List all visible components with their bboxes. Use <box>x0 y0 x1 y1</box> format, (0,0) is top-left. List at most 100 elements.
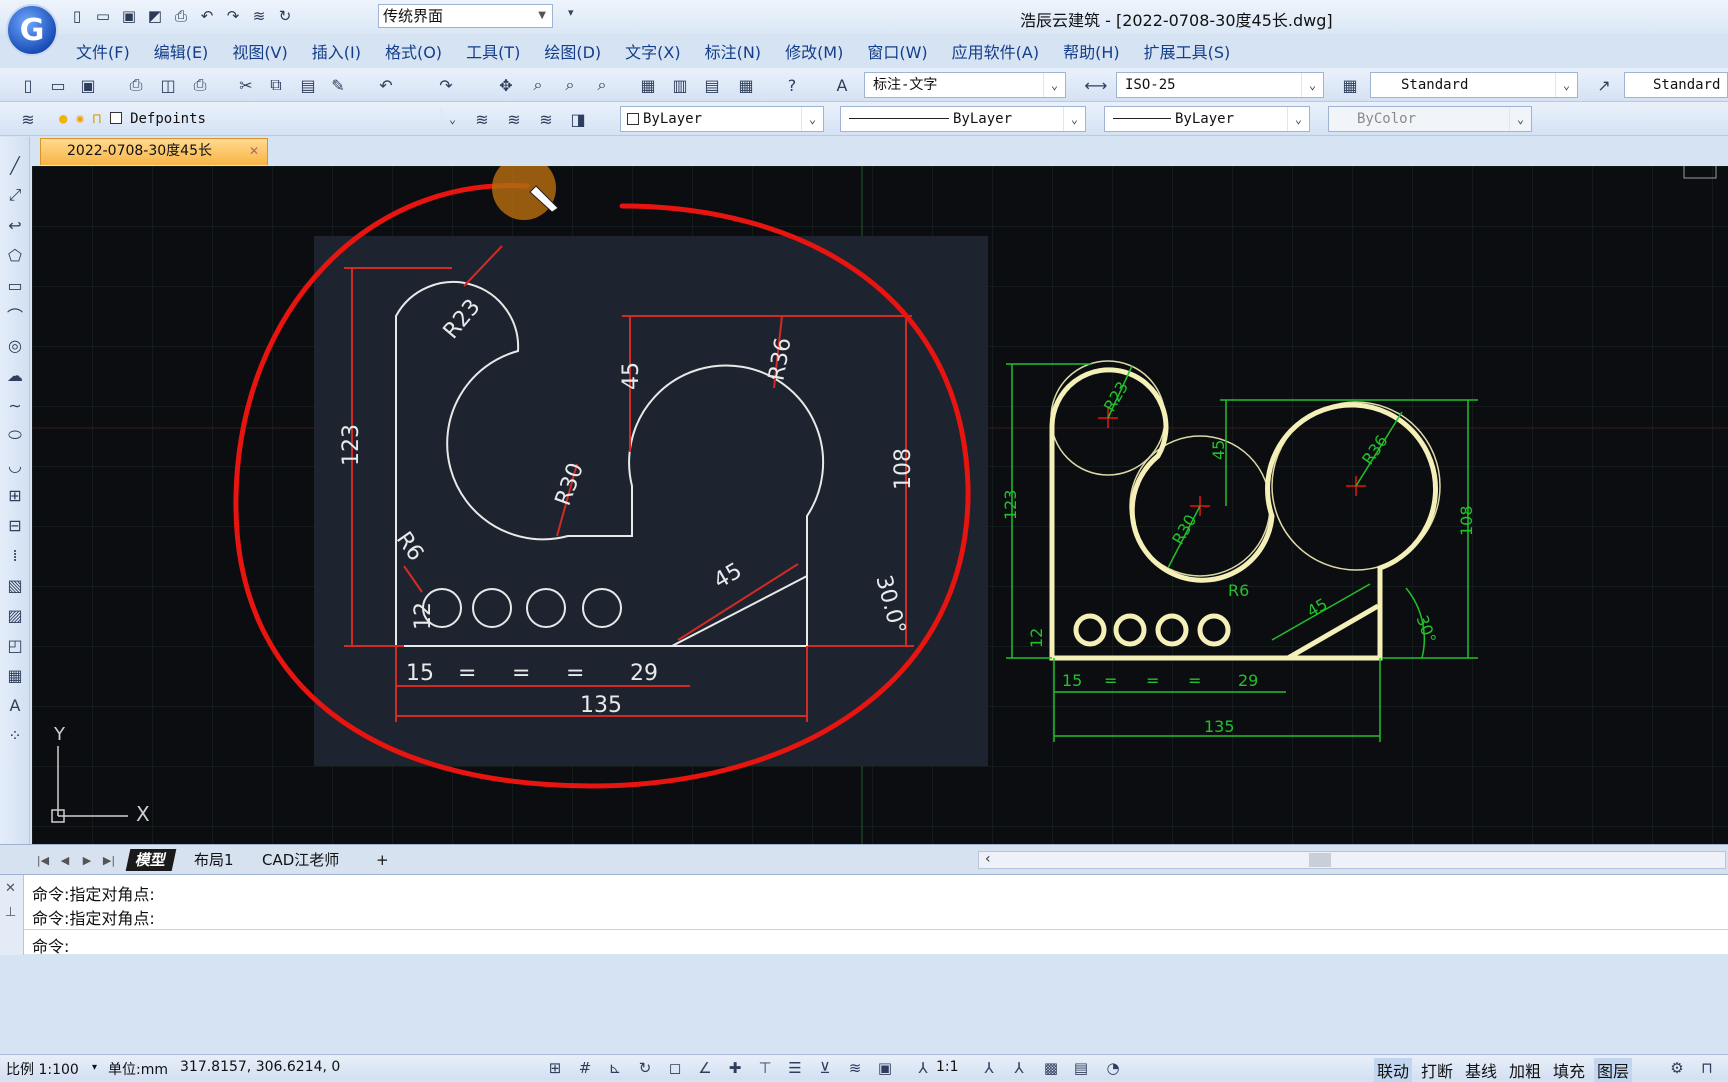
calculator-icon[interactable]: ▦ <box>734 73 758 97</box>
cut-icon[interactable]: ✂ <box>234 73 258 97</box>
print-icon[interactable]: ⎙ <box>170 5 192 27</box>
dynamic-ucs-icon[interactable]: ✚ <box>724 1057 746 1079</box>
chevron-left-icon[interactable]: ‹ <box>985 851 991 867</box>
dim-style-select[interactable]: ISO-25 ⌄ <box>1116 72 1324 98</box>
arc-icon[interactable]: ⌒ <box>3 303 27 327</box>
scale-readout[interactable]: 比例 1:100 <box>6 1059 79 1079</box>
open-icon[interactable]: ▭ <box>92 5 114 27</box>
polar-icon[interactable]: ↻ <box>634 1057 656 1079</box>
menu-edit[interactable]: 编辑(E) <box>142 39 221 63</box>
annotation-visibility-icon[interactable]: ⅄ <box>978 1057 1000 1079</box>
prev-tab-icon[interactable]: ◀ <box>56 851 74 869</box>
command-input[interactable]: 命令: <box>24 929 1728 956</box>
menu-format[interactable]: 格式(O) <box>373 39 454 63</box>
switch-baseline[interactable]: 基线 <box>1462 1058 1500 1082</box>
osnap-icon[interactable]: ◻ <box>664 1057 686 1079</box>
mtext-icon[interactable]: A <box>3 693 27 717</box>
selection-cycling-icon[interactable]: ≋ <box>844 1057 866 1079</box>
make-current-icon[interactable]: ◨ <box>566 107 590 131</box>
properties-icon[interactable]: ▦ <box>636 73 660 97</box>
revision-cloud-icon[interactable]: ☁ <box>3 363 27 387</box>
drawing-canvas[interactable]: R23 45 R36 123 R30 108 R6 45 30.0° 12 15… <box>32 166 1728 844</box>
layer-isolate-icon[interactable]: ≋ <box>534 107 558 131</box>
undo-icon[interactable]: ↶ <box>374 73 398 97</box>
first-tab-icon[interactable]: |◀ <box>34 851 52 869</box>
print-icon[interactable]: ⎙ <box>124 73 148 97</box>
ellipse-arc-icon[interactable]: ◡ <box>3 453 27 477</box>
linetype-select[interactable]: ByLayer ⌄ <box>840 106 1086 132</box>
construction-line-icon[interactable]: ⤢ <box>3 183 27 207</box>
workspace-switch-icon[interactable]: ▩ <box>1040 1057 1062 1079</box>
last-tab-icon[interactable]: ▶| <box>100 851 118 869</box>
new-icon[interactable]: ▯ <box>66 5 88 27</box>
menu-dimension[interactable]: 标注(N) <box>693 39 773 63</box>
otrack-icon[interactable]: ∠ <box>694 1057 716 1079</box>
horizontal-scrollbar[interactable]: ‹ <box>978 851 1726 869</box>
app-logo[interactable]: G <box>6 4 58 56</box>
line-icon[interactable]: ╱ <box>3 153 27 177</box>
save-as-icon[interactable]: ◩ <box>144 5 166 27</box>
auto-scale-icon[interactable]: ⅄ <box>1008 1057 1030 1079</box>
ortho-icon[interactable]: ⊾ <box>604 1057 626 1079</box>
table-icon[interactable]: ▦ <box>3 663 27 687</box>
dim-style-icon[interactable]: ⟷ <box>1084 73 1108 97</box>
tab-layout-cad[interactable]: CAD江老师 <box>254 849 347 871</box>
annotation-scale-value[interactable]: 1:1 <box>936 1059 959 1075</box>
undo-icon[interactable]: ↶ <box>196 5 218 27</box>
lock-icon[interactable]: ⊓ <box>1696 1057 1718 1079</box>
layer-previous-icon[interactable]: ≋ <box>470 107 494 131</box>
add-selected-icon[interactable]: ⁘ <box>3 723 27 747</box>
preview-icon[interactable]: ◫ <box>156 73 180 97</box>
tab-add[interactable]: + <box>368 849 397 871</box>
gear-icon[interactable]: ⚙ <box>1666 1057 1688 1079</box>
spline-icon[interactable]: ∼ <box>3 393 27 417</box>
menu-help[interactable]: 帮助(H) <box>1051 39 1132 63</box>
ellipse-icon[interactable]: ⬭ <box>3 423 27 447</box>
switch-fill[interactable]: 填充 <box>1550 1058 1588 1082</box>
copy-icon[interactable]: ⧉ <box>264 73 288 97</box>
tab-layout1[interactable]: 布局1 <box>186 849 242 871</box>
scroll-thumb[interactable] <box>1309 853 1331 867</box>
save-icon[interactable]: ▣ <box>118 5 140 27</box>
lineweight-select[interactable]: ByLayer ⌄ <box>1104 106 1310 132</box>
polyline-icon[interactable]: ↩ <box>3 213 27 237</box>
menu-text[interactable]: 文字(X) <box>613 39 692 63</box>
plot-icon[interactable]: ⎙ <box>188 73 212 97</box>
point-icon[interactable]: ⁞ <box>3 543 27 567</box>
redo-icon[interactable]: ↷ <box>222 5 244 27</box>
zoom-realtime-icon[interactable]: ⌕ <box>526 73 550 97</box>
layer-manager-icon[interactable]: ≋ <box>16 107 40 131</box>
menu-window[interactable]: 窗口(W) <box>855 39 939 63</box>
doc-tab-active[interactable]: 2022-0708-30度45长 ✕ <box>40 138 268 165</box>
switch-layer[interactable]: 图层 <box>1594 1058 1633 1082</box>
table-style-icon[interactable]: ▦ <box>1338 73 1362 97</box>
workspace-select[interactable]: 传统界面 ▼ <box>378 4 553 28</box>
menu-insert[interactable]: 插入(I) <box>300 39 373 63</box>
pan-icon[interactable]: ✥ <box>494 73 518 97</box>
text-style-select[interactable]: 标注-文字 ⌄ <box>864 72 1066 98</box>
isolate-objects-icon[interactable]: ◔ <box>1102 1057 1124 1079</box>
close-icon[interactable]: ✕ <box>5 881 16 896</box>
model-space-icon[interactable]: ▣ <box>874 1057 896 1079</box>
match-properties-icon[interactable]: ✎ <box>326 73 350 97</box>
switch-link[interactable]: 联动 <box>1374 1058 1413 1082</box>
layer-states-icon[interactable]: ≋ <box>502 107 526 131</box>
region-icon[interactable]: ◰ <box>3 633 27 657</box>
menu-modify[interactable]: 修改(M) <box>773 39 855 63</box>
snap-icon[interactable]: ⊞ <box>544 1057 566 1079</box>
customize-qa-icon[interactable]: ▾ <box>568 6 574 19</box>
gradient-icon[interactable]: ▨ <box>3 603 27 627</box>
layers-icon[interactable]: ≋ <box>248 5 270 27</box>
toolbar-lock-icon[interactable]: ▤ <box>1070 1057 1092 1079</box>
save-icon[interactable]: ▣ <box>76 73 100 97</box>
hatch-icon[interactable]: ▧ <box>3 573 27 597</box>
multileader-style-select[interactable]: Standard <box>1624 72 1728 98</box>
tool-palette-icon[interactable]: ▤ <box>700 73 724 97</box>
polygon-icon[interactable]: ⬠ <box>3 243 27 267</box>
new-icon[interactable]: ▯ <box>16 73 40 97</box>
menu-apps[interactable]: 应用软件(A) <box>940 39 1051 63</box>
switch-bold[interactable]: 加粗 <box>1506 1058 1544 1082</box>
circle-icon[interactable]: ◎ <box>3 333 27 357</box>
layer-select[interactable]: ● ✺ ⊓ Defpoints ⌄ <box>52 106 464 132</box>
menu-extensions[interactable]: 扩展工具(S) <box>1132 39 1243 63</box>
